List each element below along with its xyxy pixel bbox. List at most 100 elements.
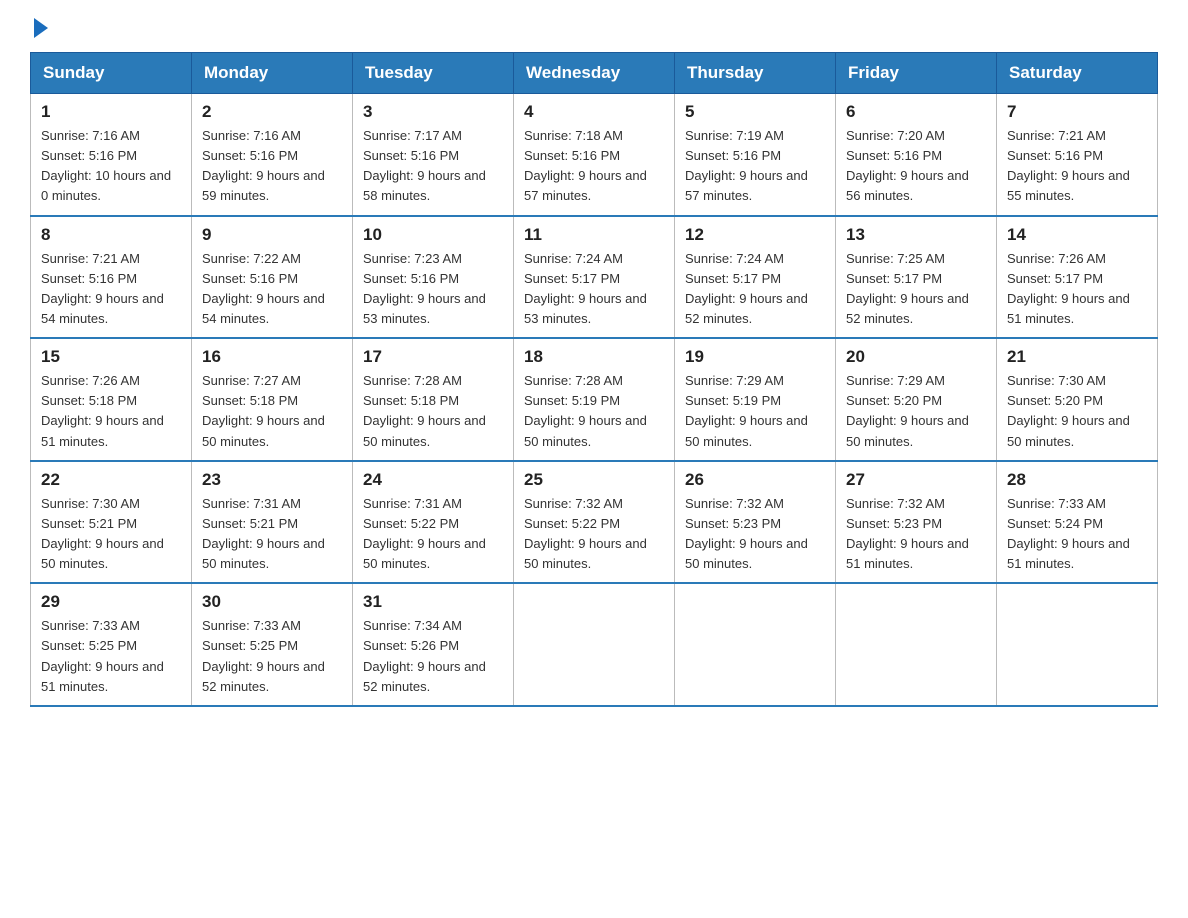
calendar-cell: 17 Sunrise: 7:28 AMSunset: 5:18 PMDaylig… bbox=[353, 338, 514, 461]
day-info: Sunrise: 7:32 AMSunset: 5:23 PMDaylight:… bbox=[846, 496, 969, 571]
day-number: 26 bbox=[685, 470, 825, 490]
calendar-cell: 5 Sunrise: 7:19 AMSunset: 5:16 PMDayligh… bbox=[675, 94, 836, 216]
calendar-cell: 13 Sunrise: 7:25 AMSunset: 5:17 PMDaylig… bbox=[836, 216, 997, 339]
calendar-header-row: SundayMondayTuesdayWednesdayThursdayFrid… bbox=[31, 53, 1158, 94]
day-number: 6 bbox=[846, 102, 986, 122]
day-info: Sunrise: 7:25 AMSunset: 5:17 PMDaylight:… bbox=[846, 251, 969, 326]
day-info: Sunrise: 7:32 AMSunset: 5:22 PMDaylight:… bbox=[524, 496, 647, 571]
day-info: Sunrise: 7:16 AMSunset: 5:16 PMDaylight:… bbox=[202, 128, 325, 203]
calendar-cell: 1 Sunrise: 7:16 AMSunset: 5:16 PMDayligh… bbox=[31, 94, 192, 216]
calendar-cell: 31 Sunrise: 7:34 AMSunset: 5:26 PMDaylig… bbox=[353, 583, 514, 706]
day-number: 3 bbox=[363, 102, 503, 122]
calendar-cell: 7 Sunrise: 7:21 AMSunset: 5:16 PMDayligh… bbox=[997, 94, 1158, 216]
day-number: 16 bbox=[202, 347, 342, 367]
calendar-header-friday: Friday bbox=[836, 53, 997, 94]
calendar-cell bbox=[675, 583, 836, 706]
day-info: Sunrise: 7:32 AMSunset: 5:23 PMDaylight:… bbox=[685, 496, 808, 571]
day-number: 18 bbox=[524, 347, 664, 367]
day-info: Sunrise: 7:33 AMSunset: 5:25 PMDaylight:… bbox=[202, 618, 325, 693]
day-number: 25 bbox=[524, 470, 664, 490]
day-number: 4 bbox=[524, 102, 664, 122]
calendar-cell: 19 Sunrise: 7:29 AMSunset: 5:19 PMDaylig… bbox=[675, 338, 836, 461]
calendar-cell: 29 Sunrise: 7:33 AMSunset: 5:25 PMDaylig… bbox=[31, 583, 192, 706]
day-number: 9 bbox=[202, 225, 342, 245]
day-info: Sunrise: 7:22 AMSunset: 5:16 PMDaylight:… bbox=[202, 251, 325, 326]
day-number: 19 bbox=[685, 347, 825, 367]
day-number: 27 bbox=[846, 470, 986, 490]
day-number: 12 bbox=[685, 225, 825, 245]
logo-triangle-icon bbox=[34, 18, 48, 38]
calendar-week-row: 29 Sunrise: 7:33 AMSunset: 5:25 PMDaylig… bbox=[31, 583, 1158, 706]
calendar-header-tuesday: Tuesday bbox=[353, 53, 514, 94]
day-info: Sunrise: 7:28 AMSunset: 5:18 PMDaylight:… bbox=[363, 373, 486, 448]
day-number: 11 bbox=[524, 225, 664, 245]
day-info: Sunrise: 7:33 AMSunset: 5:24 PMDaylight:… bbox=[1007, 496, 1130, 571]
day-info: Sunrise: 7:31 AMSunset: 5:21 PMDaylight:… bbox=[202, 496, 325, 571]
day-info: Sunrise: 7:16 AMSunset: 5:16 PMDaylight:… bbox=[41, 128, 171, 203]
day-info: Sunrise: 7:34 AMSunset: 5:26 PMDaylight:… bbox=[363, 618, 486, 693]
calendar-cell: 28 Sunrise: 7:33 AMSunset: 5:24 PMDaylig… bbox=[997, 461, 1158, 584]
day-number: 31 bbox=[363, 592, 503, 612]
calendar-cell: 15 Sunrise: 7:26 AMSunset: 5:18 PMDaylig… bbox=[31, 338, 192, 461]
calendar-header-saturday: Saturday bbox=[997, 53, 1158, 94]
day-number: 22 bbox=[41, 470, 181, 490]
day-info: Sunrise: 7:28 AMSunset: 5:19 PMDaylight:… bbox=[524, 373, 647, 448]
day-info: Sunrise: 7:19 AMSunset: 5:16 PMDaylight:… bbox=[685, 128, 808, 203]
day-info: Sunrise: 7:18 AMSunset: 5:16 PMDaylight:… bbox=[524, 128, 647, 203]
day-number: 20 bbox=[846, 347, 986, 367]
day-number: 23 bbox=[202, 470, 342, 490]
calendar-header-thursday: Thursday bbox=[675, 53, 836, 94]
day-number: 5 bbox=[685, 102, 825, 122]
day-info: Sunrise: 7:33 AMSunset: 5:25 PMDaylight:… bbox=[41, 618, 164, 693]
day-info: Sunrise: 7:26 AMSunset: 5:18 PMDaylight:… bbox=[41, 373, 164, 448]
calendar-cell: 4 Sunrise: 7:18 AMSunset: 5:16 PMDayligh… bbox=[514, 94, 675, 216]
calendar-header-wednesday: Wednesday bbox=[514, 53, 675, 94]
day-info: Sunrise: 7:27 AMSunset: 5:18 PMDaylight:… bbox=[202, 373, 325, 448]
calendar-cell: 12 Sunrise: 7:24 AMSunset: 5:17 PMDaylig… bbox=[675, 216, 836, 339]
calendar-cell: 30 Sunrise: 7:33 AMSunset: 5:25 PMDaylig… bbox=[192, 583, 353, 706]
day-number: 13 bbox=[846, 225, 986, 245]
day-info: Sunrise: 7:29 AMSunset: 5:19 PMDaylight:… bbox=[685, 373, 808, 448]
calendar-cell: 25 Sunrise: 7:32 AMSunset: 5:22 PMDaylig… bbox=[514, 461, 675, 584]
day-number: 17 bbox=[363, 347, 503, 367]
calendar-cell: 21 Sunrise: 7:30 AMSunset: 5:20 PMDaylig… bbox=[997, 338, 1158, 461]
calendar-cell: 26 Sunrise: 7:32 AMSunset: 5:23 PMDaylig… bbox=[675, 461, 836, 584]
calendar-cell: 27 Sunrise: 7:32 AMSunset: 5:23 PMDaylig… bbox=[836, 461, 997, 584]
day-info: Sunrise: 7:21 AMSunset: 5:16 PMDaylight:… bbox=[1007, 128, 1130, 203]
day-number: 15 bbox=[41, 347, 181, 367]
calendar-cell: 23 Sunrise: 7:31 AMSunset: 5:21 PMDaylig… bbox=[192, 461, 353, 584]
calendar-week-row: 1 Sunrise: 7:16 AMSunset: 5:16 PMDayligh… bbox=[31, 94, 1158, 216]
day-info: Sunrise: 7:31 AMSunset: 5:22 PMDaylight:… bbox=[363, 496, 486, 571]
calendar-cell: 6 Sunrise: 7:20 AMSunset: 5:16 PMDayligh… bbox=[836, 94, 997, 216]
calendar-cell: 24 Sunrise: 7:31 AMSunset: 5:22 PMDaylig… bbox=[353, 461, 514, 584]
day-info: Sunrise: 7:30 AMSunset: 5:21 PMDaylight:… bbox=[41, 496, 164, 571]
day-info: Sunrise: 7:29 AMSunset: 5:20 PMDaylight:… bbox=[846, 373, 969, 448]
day-number: 21 bbox=[1007, 347, 1147, 367]
day-info: Sunrise: 7:20 AMSunset: 5:16 PMDaylight:… bbox=[846, 128, 969, 203]
day-number: 1 bbox=[41, 102, 181, 122]
day-info: Sunrise: 7:26 AMSunset: 5:17 PMDaylight:… bbox=[1007, 251, 1130, 326]
calendar-cell: 18 Sunrise: 7:28 AMSunset: 5:19 PMDaylig… bbox=[514, 338, 675, 461]
calendar-cell: 2 Sunrise: 7:16 AMSunset: 5:16 PMDayligh… bbox=[192, 94, 353, 216]
calendar-header-monday: Monday bbox=[192, 53, 353, 94]
calendar-cell: 16 Sunrise: 7:27 AMSunset: 5:18 PMDaylig… bbox=[192, 338, 353, 461]
calendar-cell: 11 Sunrise: 7:24 AMSunset: 5:17 PMDaylig… bbox=[514, 216, 675, 339]
day-info: Sunrise: 7:23 AMSunset: 5:16 PMDaylight:… bbox=[363, 251, 486, 326]
day-info: Sunrise: 7:30 AMSunset: 5:20 PMDaylight:… bbox=[1007, 373, 1130, 448]
day-info: Sunrise: 7:24 AMSunset: 5:17 PMDaylight:… bbox=[685, 251, 808, 326]
calendar-week-row: 22 Sunrise: 7:30 AMSunset: 5:21 PMDaylig… bbox=[31, 461, 1158, 584]
page-header bbox=[30, 20, 1158, 34]
calendar-cell: 3 Sunrise: 7:17 AMSunset: 5:16 PMDayligh… bbox=[353, 94, 514, 216]
calendar-cell: 8 Sunrise: 7:21 AMSunset: 5:16 PMDayligh… bbox=[31, 216, 192, 339]
logo bbox=[30, 20, 48, 34]
calendar-cell bbox=[836, 583, 997, 706]
calendar-cell: 22 Sunrise: 7:30 AMSunset: 5:21 PMDaylig… bbox=[31, 461, 192, 584]
calendar-cell: 9 Sunrise: 7:22 AMSunset: 5:16 PMDayligh… bbox=[192, 216, 353, 339]
day-number: 28 bbox=[1007, 470, 1147, 490]
day-number: 7 bbox=[1007, 102, 1147, 122]
calendar-table: SundayMondayTuesdayWednesdayThursdayFrid… bbox=[30, 52, 1158, 707]
calendar-week-row: 8 Sunrise: 7:21 AMSunset: 5:16 PMDayligh… bbox=[31, 216, 1158, 339]
calendar-cell: 20 Sunrise: 7:29 AMSunset: 5:20 PMDaylig… bbox=[836, 338, 997, 461]
calendar-cell bbox=[997, 583, 1158, 706]
calendar-week-row: 15 Sunrise: 7:26 AMSunset: 5:18 PMDaylig… bbox=[31, 338, 1158, 461]
